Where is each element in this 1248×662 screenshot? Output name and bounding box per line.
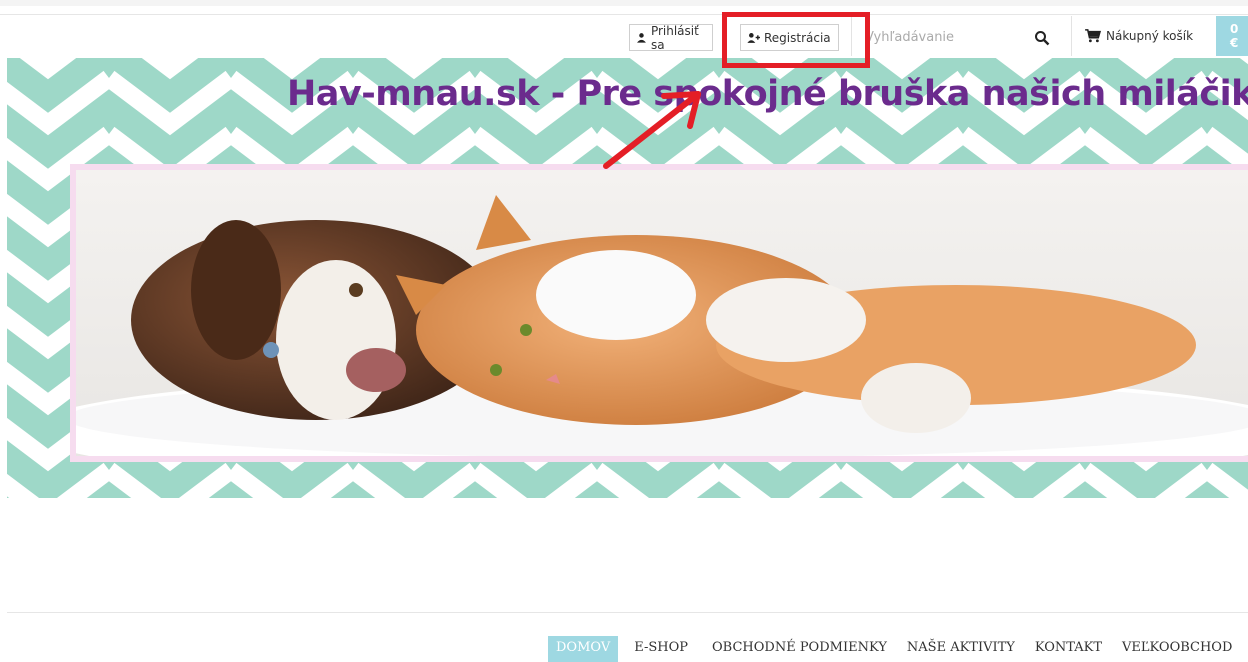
nav-item-obchodne-podmienky[interactable]: OBCHODNÉ PODMIENKY — [704, 636, 895, 662]
divider — [1071, 16, 1072, 56]
nav-divider — [7, 612, 1248, 613]
nav-item-velkoobchod[interactable]: VEĽKOOBCHOD — [1114, 636, 1240, 662]
top-strip — [0, 0, 1248, 6]
user-icon — [637, 33, 646, 43]
top-divider — [0, 14, 1248, 15]
search-input[interactable] — [853, 24, 1023, 51]
red-arrow-annotation — [603, 91, 701, 169]
photo-frame — [70, 164, 1248, 462]
login-button[interactable]: Prihlásiť sa — [629, 23, 713, 52]
cart-label: Nákupný košík — [1106, 29, 1194, 43]
login-label: Prihlásiť sa — [650, 23, 699, 52]
hero-photo-puppy-and-kitten — [76, 170, 1248, 456]
nav-item-eshop[interactable]: E-SHOP — [626, 636, 696, 662]
register-highlight-box — [722, 12, 870, 68]
search-icon[interactable] — [1034, 30, 1050, 46]
cart-total[interactable]: 0 € — [1216, 16, 1248, 56]
site-tagline: Hav-mnau.sk - Pre spokojné bruška našich… — [287, 74, 1248, 114]
nav-item-kontakt[interactable]: KONTAKT — [1027, 636, 1110, 662]
nav-item-nase-aktivity[interactable]: NAŠE AKTIVITY — [899, 636, 1023, 662]
nav-item-domov[interactable]: DOMOV — [548, 636, 619, 662]
main-navigation: DOMOV E-SHOP OBCHODNÉ PODMIENKY NAŠE AKT… — [548, 636, 1240, 662]
cart-icon — [1085, 29, 1101, 43]
cart-link[interactable]: Nákupný košík — [1085, 29, 1193, 43]
top-bar: Prihlásiť sa Registrácia Nákupný košík 0… — [0, 16, 1248, 58]
